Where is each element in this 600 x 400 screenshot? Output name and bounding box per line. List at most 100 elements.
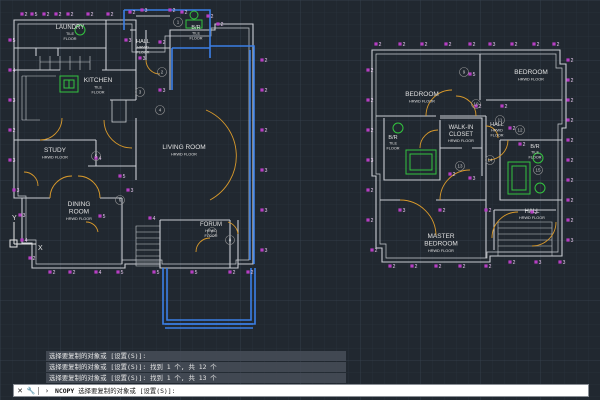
room-name-walkin: WALK-IN bbox=[449, 125, 474, 131]
room-floor-dining: HRWD FLOOR bbox=[66, 217, 92, 221]
floor1-dimension-label: 3 bbox=[131, 188, 134, 194]
floor2-dimension-marker bbox=[448, 172, 452, 176]
floor1-dimension-marker bbox=[260, 128, 264, 132]
floor1-dimension-label: 2 bbox=[47, 12, 50, 18]
room-name-hall_r1: HALL bbox=[490, 122, 504, 128]
floor2-dimension-label: 2 bbox=[371, 188, 374, 194]
floor1-dimension-marker bbox=[116, 270, 120, 274]
floor1-dimension-marker bbox=[124, 38, 128, 42]
floor2-dimension-marker bbox=[534, 260, 538, 264]
floor1-dimension-label: 2 bbox=[265, 128, 268, 134]
floor2-dimension-label: 2 bbox=[571, 178, 574, 184]
floor2-dimension-marker bbox=[484, 264, 488, 268]
floor2-dimension-marker bbox=[552, 42, 556, 46]
floor2-dimension-label: 2 bbox=[371, 128, 374, 134]
close-icon[interactable]: ✕ bbox=[15, 386, 25, 395]
floor1-dimension-label: 5 bbox=[35, 12, 38, 18]
room-name-hall_top: HALL bbox=[136, 39, 150, 45]
floor2-dimension-marker bbox=[468, 176, 472, 180]
room-name-dining: ROOM bbox=[69, 209, 89, 216]
floor2-dimension-marker bbox=[566, 238, 570, 242]
floor2-dimension-marker bbox=[566, 98, 570, 102]
floor2-dimension-marker bbox=[508, 260, 512, 264]
floor2-dimension-label: 2 bbox=[393, 264, 396, 270]
floor2-dimension-marker bbox=[444, 42, 448, 46]
room-floor-br_right: FLOOR bbox=[528, 156, 541, 160]
floor1-dimension-label: 2 bbox=[163, 40, 166, 46]
room-floor-br_left: FLOOR bbox=[386, 147, 399, 151]
command-history-line: 选择要复制的对象或 [设置(S)]: 找到 1 个, 共 13 个 bbox=[46, 373, 346, 383]
room-floor-br_top: FLOOR bbox=[189, 37, 202, 41]
floor1-dimension-marker bbox=[18, 213, 22, 217]
floor2-dimension-marker bbox=[518, 142, 522, 146]
floor2-dimension-label: 2 bbox=[505, 104, 508, 110]
floor1-dimension-label: 3 bbox=[23, 213, 26, 219]
floor1-dimension-marker bbox=[106, 12, 110, 16]
command-prompt-input[interactable]: 选择要复制的对象或 [设置(S)]: bbox=[78, 386, 175, 395]
floor2-dimension-marker bbox=[374, 42, 378, 46]
floor2-dimension-label: 2 bbox=[571, 118, 574, 124]
wrench-icon[interactable]: 🔧 bbox=[26, 386, 36, 395]
floor1-dimension-marker bbox=[12, 188, 16, 192]
floor1-dimension-label: 5 bbox=[157, 270, 160, 276]
floor2-dimension-marker bbox=[366, 158, 370, 162]
floor2-dimension-marker bbox=[366, 128, 370, 132]
room-name-walkin: CLOSET bbox=[449, 132, 473, 138]
floor1-dimension-label: 3 bbox=[129, 38, 132, 44]
room-floor-bed2: HRWD FLOOR bbox=[518, 78, 544, 82]
floor2-dimension-marker bbox=[366, 218, 370, 222]
floor1-dimension-label: 2 bbox=[73, 270, 76, 276]
door-tag-label: 13 bbox=[457, 164, 463, 169]
floor2-dimension-marker bbox=[398, 42, 402, 46]
floor2-dimension-marker bbox=[500, 104, 504, 108]
floor2-dimension-label: 2 bbox=[571, 158, 574, 164]
floor1-dimension-label: 5 bbox=[121, 270, 124, 276]
command-line[interactable]: ✕ 🔧 › NCOPY 选择要复制的对象或 [设置(S)]: bbox=[13, 384, 589, 397]
floor1-dimension-label: 2 bbox=[265, 88, 268, 94]
floor1-dimension-marker bbox=[94, 270, 98, 274]
floor1-dimension-label: 5 bbox=[103, 214, 106, 220]
floor1-dimension-marker bbox=[68, 270, 72, 274]
floor1-dimension-label: 3 bbox=[265, 208, 268, 214]
floor2-dimension-marker bbox=[366, 68, 370, 72]
room-name-br_right: B/R bbox=[530, 144, 539, 150]
floor2-dimension-marker bbox=[420, 42, 424, 46]
floor1-dimension-marker bbox=[86, 12, 90, 16]
floor2-dimension-label: 2 bbox=[415, 264, 418, 270]
floor1-dimension-marker bbox=[140, 8, 144, 12]
floor2-dimension-label: 2 bbox=[571, 198, 574, 204]
floor1-dimension-marker bbox=[28, 256, 32, 260]
floor1-dimension-label: 2 bbox=[221, 22, 224, 28]
floor2-dimension-label: 2 bbox=[375, 248, 378, 254]
room-name-forum: FORUM bbox=[200, 222, 222, 228]
floor1-dimension-label: 2 bbox=[211, 14, 214, 20]
room-floor-bed1: HRWD FLOOR bbox=[409, 100, 435, 104]
floor2-dimension-label: 2 bbox=[515, 42, 518, 48]
room-floor-study: HRWD FLOOR bbox=[42, 156, 68, 160]
room-floor-br_right: TILE bbox=[531, 151, 539, 155]
floor1-dimension-label: 2 bbox=[265, 58, 268, 64]
floor1-dimension-label: 5 bbox=[123, 174, 126, 180]
floor1-dimension-marker bbox=[48, 270, 52, 274]
floor1-dimension-marker bbox=[228, 270, 232, 274]
floor2-dimension-marker bbox=[388, 264, 392, 268]
room-floor-living: HRWD FLOOR bbox=[171, 153, 197, 157]
floor1-dimension-label: 2 bbox=[59, 12, 62, 18]
floor2-dimension-label: 2 bbox=[535, 210, 538, 216]
floor1-dimension-marker bbox=[30, 12, 34, 16]
room-floor-hall_top: FLOOR bbox=[136, 51, 149, 55]
floor1-dimension-label: 2 bbox=[91, 12, 94, 18]
room-name-br_left: B/R bbox=[388, 135, 397, 141]
floor1-dimension-marker bbox=[54, 12, 58, 16]
floor1-dimension-marker bbox=[260, 168, 264, 172]
floor1-dimension-label: 5 bbox=[13, 38, 16, 44]
room-name-living: LIVING ROOM bbox=[162, 144, 205, 151]
floor2-dimension-label: 3 bbox=[493, 42, 496, 48]
floor1-dimension-marker bbox=[168, 8, 172, 12]
floor2-dimension-label: 3 bbox=[473, 176, 476, 182]
floor2-dimension-label: 2 bbox=[571, 138, 574, 144]
drawing-canvas[interactable]: LAUNDRYTILEFLOOR HALLHRWDFLOORB/RTILEFLOO… bbox=[0, 0, 600, 400]
floor1-dimension-marker bbox=[138, 56, 142, 60]
door-tag-label: 12 bbox=[517, 128, 523, 133]
floor2-dimension-marker bbox=[366, 98, 370, 102]
